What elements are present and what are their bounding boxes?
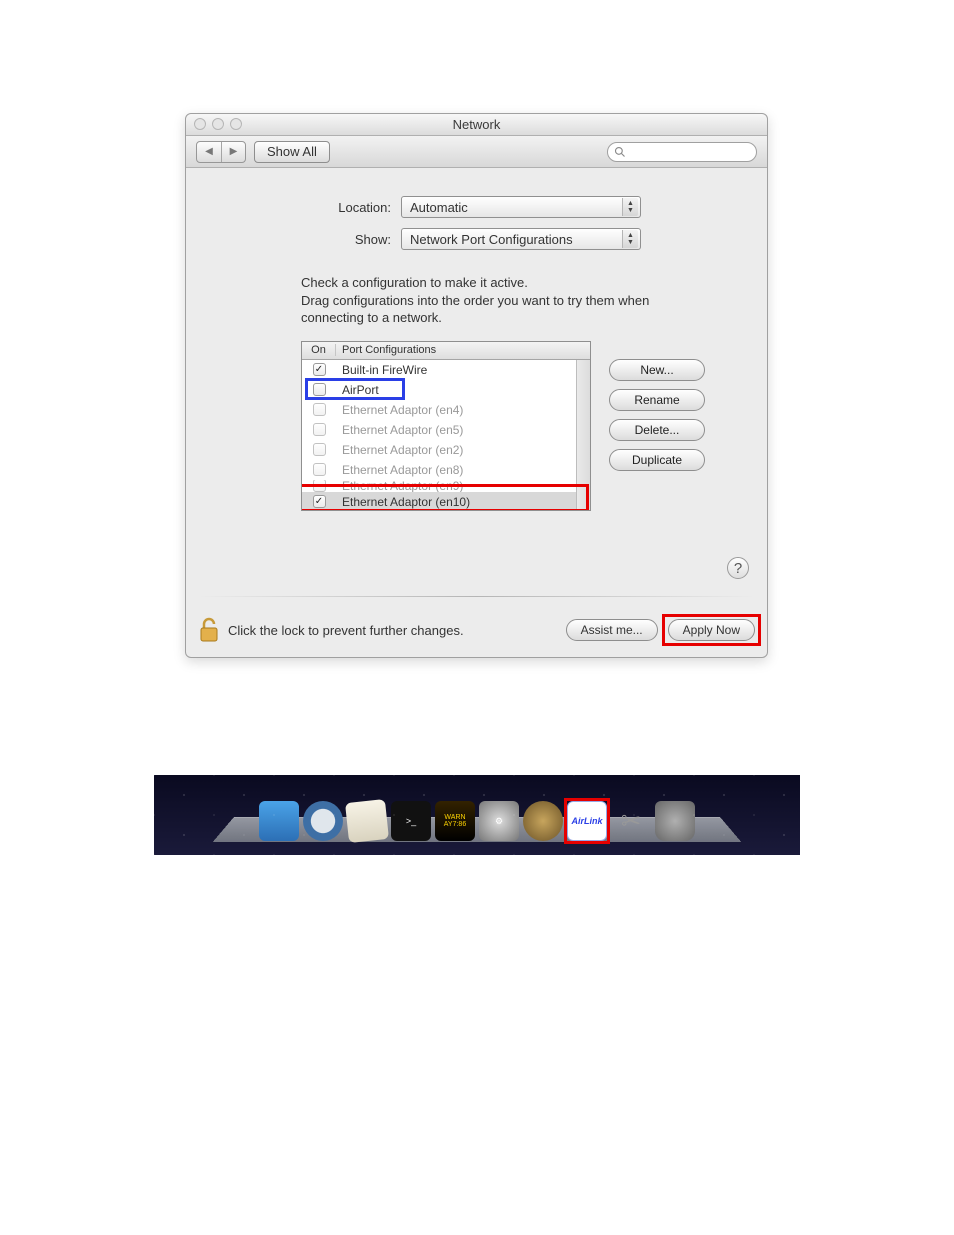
toolbar: ◀ ▶ Show All (186, 136, 767, 168)
terminal-icon[interactable]: >_ (391, 801, 431, 841)
side-button-stack: New... Rename Delete... Duplicate (609, 359, 705, 511)
network-preferences-window: Network ◀ ▶ Show All Location: Automatic… (185, 113, 768, 658)
safari-icon[interactable] (303, 801, 343, 841)
show-all-button[interactable]: Show All (254, 141, 330, 163)
search-field-wrap (607, 142, 757, 162)
location-value: Automatic (410, 200, 468, 215)
textedit-icon[interactable] (345, 799, 389, 843)
show-value: Network Port Configurations (410, 232, 573, 247)
finder-icon[interactable] (259, 801, 299, 841)
divider (198, 596, 755, 597)
console-icon[interactable]: WARNAY7:86 (435, 801, 475, 841)
checkbox-icon[interactable] (313, 480, 326, 492)
table-header: On Port Configurations (302, 342, 590, 360)
location-label: Location: (206, 200, 401, 215)
help-button[interactable]: ? (727, 557, 749, 579)
checkbox-icon[interactable] (313, 443, 326, 456)
port-name: Ethernet Adaptor (en10) (336, 495, 590, 509)
rename-button[interactable]: Rename (609, 389, 705, 411)
port-name: AirPort (336, 383, 590, 397)
new-button[interactable]: New... (609, 359, 705, 381)
lock-icon[interactable] (198, 617, 220, 643)
col-conf-header: Port Configurations (336, 344, 590, 356)
minimize-button[interactable] (212, 118, 224, 130)
table-row[interactable]: Ethernet Adaptor (en4) (302, 400, 590, 420)
instruction-text: Check a configuration to make it active.… (301, 274, 701, 327)
content-area: Location: Automatic ▲▼ Show: Network Por… (186, 168, 767, 511)
bottom-bar: Click the lock to prevent further change… (198, 617, 755, 643)
table-row[interactable]: ✓ Built-in FireWire (302, 360, 590, 380)
checkbox-icon[interactable]: ✓ (313, 495, 326, 508)
airlink-icon[interactable]: AirLink (567, 801, 607, 841)
port-configurations-table[interactable]: On Port Configurations ✓ Built-in FireWi… (301, 341, 591, 511)
system-preferences-icon[interactable]: ⚙ (479, 801, 519, 841)
table-row[interactable]: Ethernet Adaptor (en2) (302, 440, 590, 460)
forward-button[interactable]: ▶ (221, 142, 245, 162)
checkbox-icon[interactable]: ✓ (313, 363, 326, 376)
col-on-header: On (302, 344, 336, 356)
table-row[interactable]: Ethernet Adaptor (en8) (302, 460, 590, 480)
port-name: Ethernet Adaptor (en8) (336, 463, 590, 477)
window-title: Network (453, 117, 501, 132)
port-name: Ethernet Adaptor (en2) (336, 443, 590, 457)
titlebar: Network (186, 114, 767, 136)
airlink-highlight (564, 798, 610, 844)
port-name: Built-in FireWire (336, 363, 590, 377)
duplicate-button[interactable]: Duplicate (609, 449, 705, 471)
scissors-icon[interactable]: ✂ (611, 801, 651, 841)
window-controls (194, 118, 242, 130)
search-input[interactable] (607, 142, 757, 162)
table-row[interactable]: Ethernet Adaptor (en5) (302, 420, 590, 440)
show-label: Show: (206, 232, 401, 247)
port-name: Ethernet Adaptor (en5) (336, 423, 590, 437)
show-popup[interactable]: Network Port Configurations ▲▼ (401, 228, 641, 250)
dock-area: >_ WARNAY7:86 ⚙ AirLink ✂ (154, 775, 800, 855)
port-name: Ethernet Adaptor (en4) (336, 403, 590, 417)
location-popup[interactable]: Automatic ▲▼ (401, 196, 641, 218)
dock-icons: >_ WARNAY7:86 ⚙ AirLink ✂ (154, 801, 800, 841)
port-name: Ethernet Adaptor (en9) (336, 480, 590, 492)
table-row[interactable]: ✓ Ethernet Adaptor (en10) (302, 492, 590, 511)
checkbox-icon[interactable] (313, 463, 326, 476)
apply-now-button[interactable]: Apply Now (668, 619, 755, 641)
dock-shelf (213, 817, 741, 842)
table-row[interactable]: Ethernet Adaptor (en9) (302, 480, 590, 492)
zoom-button[interactable] (230, 118, 242, 130)
popup-arrows-icon: ▲▼ (622, 230, 638, 248)
lock-text: Click the lock to prevent further change… (228, 623, 464, 638)
checkbox-icon[interactable] (313, 423, 326, 436)
assist-me-button[interactable]: Assist me... (566, 619, 658, 641)
clock-icon[interactable] (523, 801, 563, 841)
trash-icon[interactable] (655, 801, 695, 841)
checkbox-icon[interactable] (313, 383, 326, 396)
table-row[interactable]: AirPort (302, 380, 590, 400)
back-button[interactable]: ◀ (197, 142, 221, 162)
delete-button[interactable]: Delete... (609, 419, 705, 441)
nav-back-forward[interactable]: ◀ ▶ (196, 141, 246, 163)
checkbox-icon[interactable] (313, 403, 326, 416)
scrollbar[interactable] (576, 360, 590, 510)
search-icon (614, 146, 626, 158)
popup-arrows-icon: ▲▼ (622, 198, 638, 216)
close-button[interactable] (194, 118, 206, 130)
